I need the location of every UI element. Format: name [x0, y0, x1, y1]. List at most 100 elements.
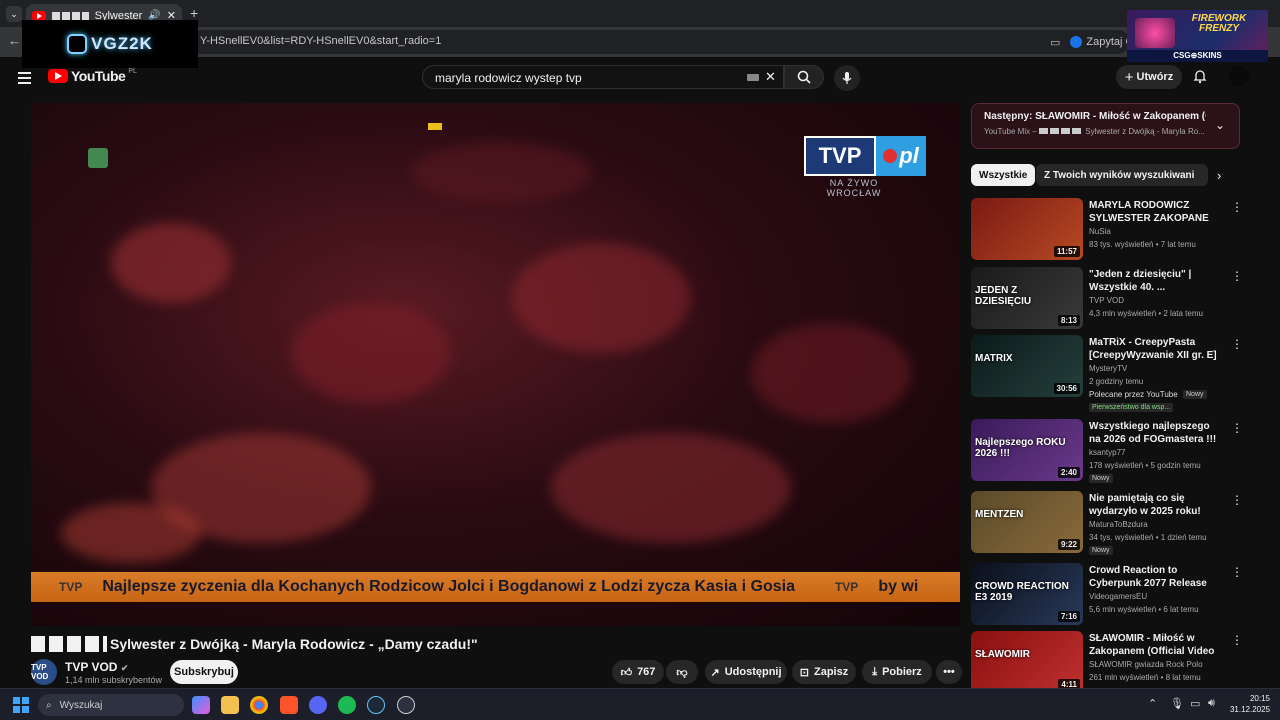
search-input[interactable]: maryla rodowicz wystep tvp ✕ [422, 65, 784, 89]
volume-icon[interactable]: 🔊︎ [1208, 697, 1215, 710]
video-thumbnail[interactable]: CROWD REACTION E3 2019 7:16 [971, 563, 1083, 625]
like-button[interactable]: 👍︎ 767 [612, 660, 664, 684]
live-label: NA ŻYWO [829, 178, 879, 188]
more-options-icon[interactable]: ⋮ [1231, 200, 1243, 214]
video-thumbnail[interactable]: JEDEN Z DZIESIĘCIU 8:13 [971, 267, 1083, 329]
chevron-up-icon[interactable]: ⌃ [1148, 697, 1157, 710]
recommendation-channel[interactable]: VideogamersEU [1089, 592, 1147, 601]
recommendation-item[interactable]: 11:57 MARYLA RODOWICZ SYLWESTER ZAKOPANE … [971, 198, 1243, 262]
new-tab-button[interactable]: + [190, 5, 198, 21]
cast-icon[interactable]: ▭ [1050, 36, 1060, 49]
recommendation-channel[interactable]: TVP VOD [1089, 296, 1124, 305]
more-options-icon[interactable]: ⋮ [1231, 269, 1243, 283]
video-thumbnail[interactable]: Najlepszego ROKU 2026 !!! 2:40 [971, 419, 1083, 481]
tab-list-button[interactable]: ⌄ [6, 6, 22, 22]
ad-title: FIREWORK FRENZY [1191, 13, 1247, 34]
video-duration: 7:16 [1057, 611, 1080, 622]
recommendation-channel[interactable]: NuSia [1089, 227, 1111, 236]
discord-icon[interactable] [309, 696, 327, 714]
menu-hamburger-icon[interactable] [18, 69, 31, 87]
recommendation-meta: 4,3 mln wyświetleń • 2 lata temu [1089, 309, 1203, 318]
more-options-icon[interactable]: ⋮ [1231, 421, 1243, 435]
recommendation-meta: 34 tys. wyświetleń • 1 dzień temu [1089, 533, 1207, 542]
tvp-play-dot-icon [883, 149, 898, 163]
thumb-up-icon: 👍︎ [620, 666, 633, 679]
spotify-icon[interactable] [338, 696, 356, 714]
channel-avatar[interactable]: TVP VOD [31, 659, 57, 685]
next-up-title: Następny: SŁAWOMIR - Miłość w Zakopanem … [984, 111, 1206, 122]
create-button[interactable]: + Utwórz [1116, 65, 1182, 89]
chevron-down-icon[interactable]: ⌄ [1215, 118, 1225, 132]
recommendation-item[interactable]: MENTZEN 9:22 Nie pamiętają co się wydarzył… [971, 491, 1243, 555]
back-arrow-icon[interactable]: ← [8, 33, 21, 48]
recommendation-meta: 178 wyświetleń • 5 godzin temu [1089, 461, 1201, 470]
recommendation-channel[interactable]: MysteryTV [1089, 364, 1127, 373]
thumbnail-text: MENTZEN [975, 509, 1024, 520]
recommendation-title[interactable]: Nie pamiętają co się wydarzyło w 2025 ro… [1089, 492, 1219, 518]
channel-name[interactable]: TVP VOD ✔ [65, 660, 128, 674]
vgz-mark-icon [67, 34, 88, 54]
video-thumbnail[interactable]: MATRIX 30:56 [971, 335, 1083, 397]
recommendation-title[interactable]: SŁAWOMIR - Miłość w Zakopanem (Official … [1089, 632, 1219, 658]
more-options-icon[interactable]: ⋮ [1231, 633, 1243, 647]
ad-banner[interactable]: FIREWORK FRENZY CSG⊕SKINS [1127, 10, 1268, 62]
recommendation-item[interactable]: JEDEN Z DZIESIĘCIU 8:13 "Jeden z dziesięci… [971, 267, 1243, 331]
recommendation-title[interactable]: MARYLA RODOWICZ SYLWESTER ZAKOPANE ... [1089, 199, 1219, 225]
more-options-icon[interactable]: ⋮ [1231, 493, 1243, 507]
recommendation-title[interactable]: MaTRiX - CreepyPasta [CreepyWyzwanie XII… [1089, 336, 1219, 362]
steam-icon[interactable] [367, 696, 385, 714]
more-options-icon[interactable]: ⋮ [1231, 337, 1243, 351]
dislike-button[interactable]: 👎︎ [666, 660, 698, 684]
recommendation-channel[interactable]: MaturaToBzdura [1089, 520, 1148, 529]
clear-search-icon[interactable]: ✕ [765, 69, 776, 85]
recommendation-title[interactable]: Wszystkiego najlepszego na 2026 od FOGma… [1089, 420, 1219, 446]
recommendation-title[interactable]: Crowd Reaction to Cyberpunk 2077 Release… [1089, 564, 1219, 590]
share-button[interactable]: ↗ Udostępnij [705, 660, 787, 684]
file-explorer-icon[interactable] [221, 696, 239, 714]
video-thumbnail[interactable]: SŁAWOMIR 4:11 [971, 631, 1083, 693]
recommendation-item[interactable]: MATRIX 30:56 MaTRiX - CreepyPasta [CreepyW… [971, 335, 1243, 412]
taskbar-search[interactable]: ⌕ Wyszukaj [38, 694, 184, 716]
system-clock[interactable]: 20:15 31.12.2025 [1228, 693, 1270, 715]
youtube-logo[interactable]: YouTube PL [48, 68, 137, 84]
obs-icon[interactable] [397, 696, 415, 714]
save-button[interactable]: ⊡ Zapisz [792, 660, 856, 684]
mix-playlist-header[interactable]: Następny: SŁAWOMIR - Miłość w Zakopanem … [971, 103, 1240, 149]
region-code: PL [128, 67, 137, 75]
brave-icon[interactable] [280, 696, 298, 714]
chevron-right-icon[interactable]: › [1217, 168, 1221, 183]
recommendation-title[interactable]: "Jeden z dziesięciu" | Wszystkie 40. ... [1089, 268, 1219, 294]
recommendation-channel[interactable]: ksantyp77 [1089, 448, 1125, 457]
video-thumbnail[interactable]: 11:57 [971, 198, 1083, 260]
display-icon[interactable]: ▭ [1190, 697, 1200, 710]
microphone-tray-icon[interactable]: 🎙︎ [1170, 697, 1184, 710]
search-button[interactable] [784, 65, 824, 89]
windows-start-icon[interactable] [13, 697, 29, 713]
chrome-icon[interactable] [250, 696, 268, 714]
thumbnail-text: MATRIX [975, 353, 1013, 364]
keyboard-icon[interactable] [747, 74, 759, 81]
video-player[interactable]: TVP pl NA ŻYWO WROCŁAW TVP Najlepsze zycz… [31, 103, 960, 626]
video-thumbnail[interactable]: MENTZEN 9:22 [971, 491, 1083, 553]
recommendation-channel[interactable]: SŁAWOMIR gwiazda Rock Polo [1089, 660, 1203, 669]
youtube-wordmark: YouTube [71, 68, 126, 84]
ad-character-image [1135, 18, 1175, 48]
recommendation-item[interactable]: SŁAWOMIR 4:11 SŁAWOMIR - Miłość w Zakopane… [971, 631, 1243, 695]
subscribe-button[interactable]: Subskrybuj [170, 660, 238, 684]
account-avatar[interactable] [1229, 66, 1249, 86]
recommendation-item[interactable]: Najlepszego ROKU 2026 !!! 2:40 Wszystkiego… [971, 419, 1243, 483]
more-dots-icon: ••• [943, 666, 955, 678]
address-bar[interactable]: Y-HSnellEV0&list=RDY-HSnellEV0&start_rad… [40, 30, 1130, 54]
chip-overflow[interactable] [1194, 164, 1202, 186]
chip-from-search[interactable]: Z Twoich wyników wyszukiwania [1036, 164, 1208, 186]
notifications-bell-icon[interactable] [1192, 68, 1208, 89]
copilot-icon[interactable] [192, 696, 210, 714]
download-button[interactable]: ⤓ Pobierz [862, 660, 932, 684]
windows-taskbar: ⌕ Wyszukaj ⌃ 🎙︎ ▭ 🔊︎ 20:15 31.12.2025 [0, 688, 1280, 720]
more-options-icon[interactable]: ⋮ [1231, 565, 1243, 579]
more-actions-button[interactable]: ••• [936, 660, 962, 684]
recommendation-item[interactable]: CROWD REACTION E3 2019 7:16 Crowd Reaction… [971, 563, 1243, 627]
chip-all[interactable]: Wszystkie [971, 164, 1036, 186]
voice-search-button[interactable] [834, 65, 860, 91]
new-badge: Nowy [1089, 546, 1113, 555]
